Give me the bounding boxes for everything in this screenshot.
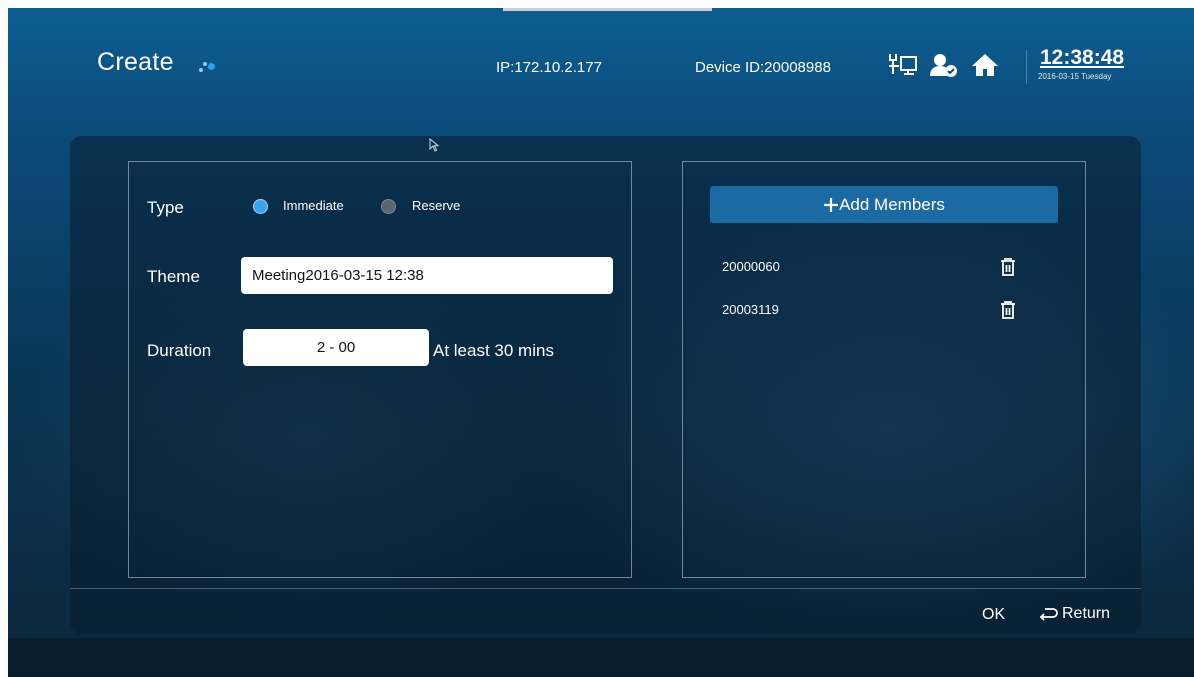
type-label: Type (147, 198, 184, 217)
page-title: Create (97, 48, 174, 76)
user-status-icon[interactable] (929, 52, 959, 78)
return-label: Return (1062, 605, 1111, 622)
home-icon[interactable] (970, 52, 1000, 78)
radio-immediate[interactable] (254, 200, 267, 213)
meeting-settings-box (128, 161, 632, 578)
member-id: 20003119 (722, 302, 779, 317)
theme-label: Theme (147, 267, 200, 286)
add-members-button[interactable]: Add Members (710, 186, 1058, 223)
top-indicator (503, 8, 712, 11)
clock-time: 12:38:48 (1040, 46, 1125, 69)
mouse-cursor-icon (429, 138, 439, 152)
bottom-shade (8, 638, 1194, 677)
ok-button[interactable]: OK (982, 606, 1005, 624)
duration-input[interactable]: 2 - 00 (243, 329, 429, 366)
header-divider (1026, 50, 1027, 84)
plus-icon (824, 197, 839, 212)
clock-date: 2016-03-15 Tuesday (1038, 72, 1112, 81)
network-icon[interactable] (886, 52, 920, 78)
radio-immediate-label[interactable]: Immediate (283, 198, 344, 213)
radio-reserve[interactable] (382, 200, 395, 213)
member-id: 20000060 (722, 259, 780, 274)
ip-address: IP:172.10.2.177 (496, 59, 602, 76)
members-box (682, 161, 1086, 578)
logo-dots-icon (199, 59, 219, 75)
app-screen: Create IP:172.10.2.177 Device ID:2000898… (8, 8, 1194, 677)
add-members-label: Add Members (839, 194, 945, 214)
return-button[interactable]: Return (1038, 605, 1110, 623)
footer-divider (70, 588, 1141, 589)
return-arrow-icon (1039, 608, 1058, 621)
device-id: Device ID:20008988 (695, 59, 831, 76)
duration-hint: At least 30 mins (433, 341, 554, 360)
trash-icon[interactable] (1000, 300, 1016, 320)
radio-reserve-label[interactable]: Reserve (412, 198, 460, 213)
theme-input[interactable]: Meeting2016-03-15 12:38 (241, 257, 613, 294)
trash-icon[interactable] (1000, 257, 1016, 277)
duration-label: Duration (147, 341, 212, 360)
